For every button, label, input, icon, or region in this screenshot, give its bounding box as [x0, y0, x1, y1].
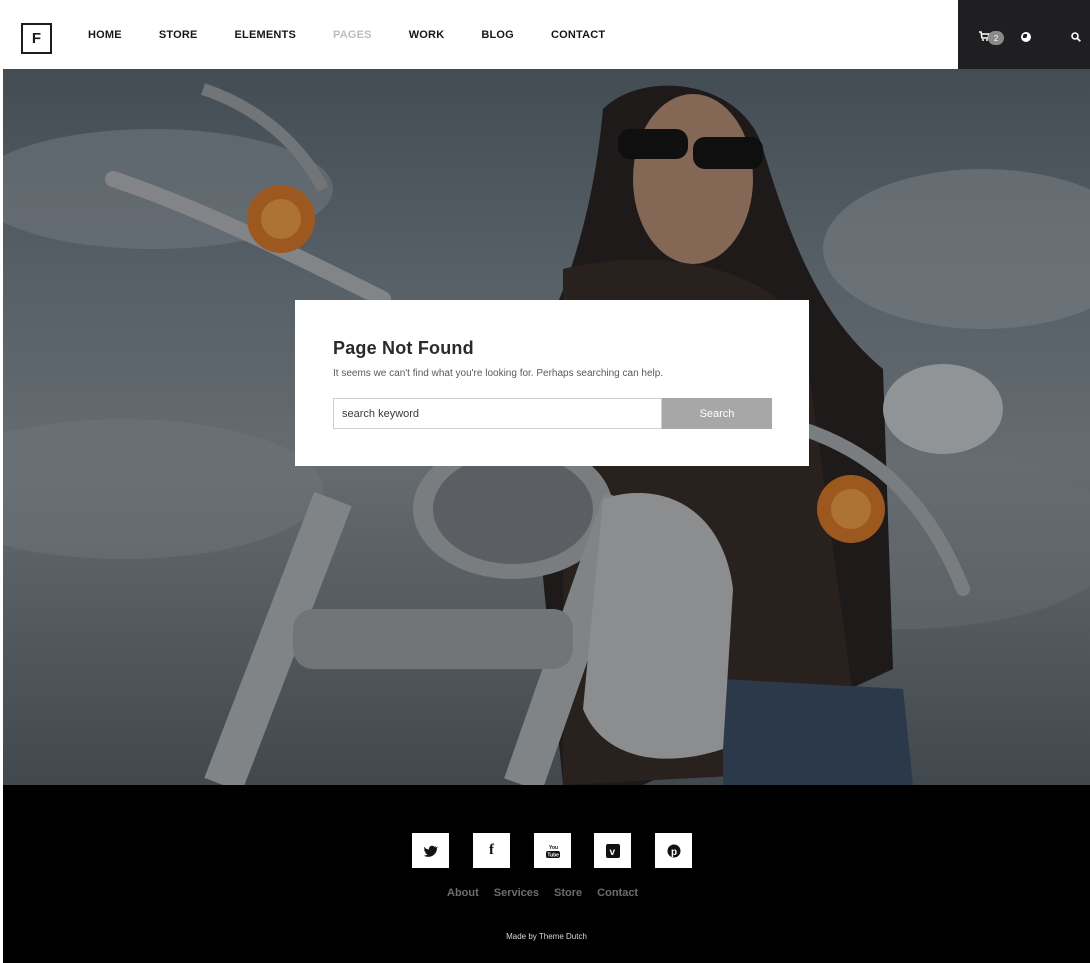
svg-text:v: v [609, 847, 615, 858]
nav-contact[interactable]: CONTACT [551, 29, 605, 41]
search-input[interactable] [333, 398, 662, 429]
nav-blog[interactable]: BLOG [481, 29, 514, 41]
nav-store[interactable]: STORE [159, 29, 198, 41]
pinterest-icon[interactable]: p [655, 833, 692, 868]
not-found-card: Page Not Found It seems we can't find wh… [295, 300, 809, 466]
main-nav: HOME STORE ELEMENTS PAGES WORK BLOG CONT… [88, 0, 642, 69]
svg-text:You: You [549, 845, 558, 851]
footer-link-about[interactable]: About [447, 887, 479, 899]
svg-text:Tube: Tube [547, 852, 559, 858]
search-icon[interactable] [1071, 32, 1081, 42]
search-button[interactable]: Search [662, 398, 772, 429]
logo[interactable]: F [21, 23, 52, 54]
footer-credit: Made by Theme Dutch [506, 932, 587, 941]
vimeo-icon[interactable]: v [594, 833, 631, 868]
nav-work[interactable]: WORK [409, 29, 445, 41]
twitter-icon[interactable] [412, 833, 449, 868]
site-footer: f You Tube v p About Services Store Conta… [3, 785, 1090, 963]
not-found-description: It seems we can't find what you're looki… [333, 368, 664, 379]
footer-link-store[interactable]: Store [554, 887, 582, 899]
svg-text:p: p [671, 847, 677, 858]
globe-icon[interactable] [1021, 32, 1031, 42]
page-title: Page Not Found [333, 338, 474, 358]
youtube-icon[interactable]: You Tube [534, 833, 571, 868]
footer-link-contact[interactable]: Contact [597, 887, 638, 899]
nav-elements[interactable]: ELEMENTS [235, 29, 297, 41]
footer-links: About Services Store Contact [447, 887, 653, 899]
header-tools: 2 [958, 0, 1090, 69]
cart-count-badge: 2 [988, 31, 1004, 45]
nav-home[interactable]: HOME [88, 29, 122, 41]
facebook-icon[interactable]: f [473, 833, 510, 868]
footer-link-services[interactable]: Services [494, 887, 539, 899]
nav-pages[interactable]: PAGES [333, 29, 372, 41]
site-header: F HOME STORE ELEMENTS PAGES WORK BLOG CO… [0, 0, 1090, 69]
